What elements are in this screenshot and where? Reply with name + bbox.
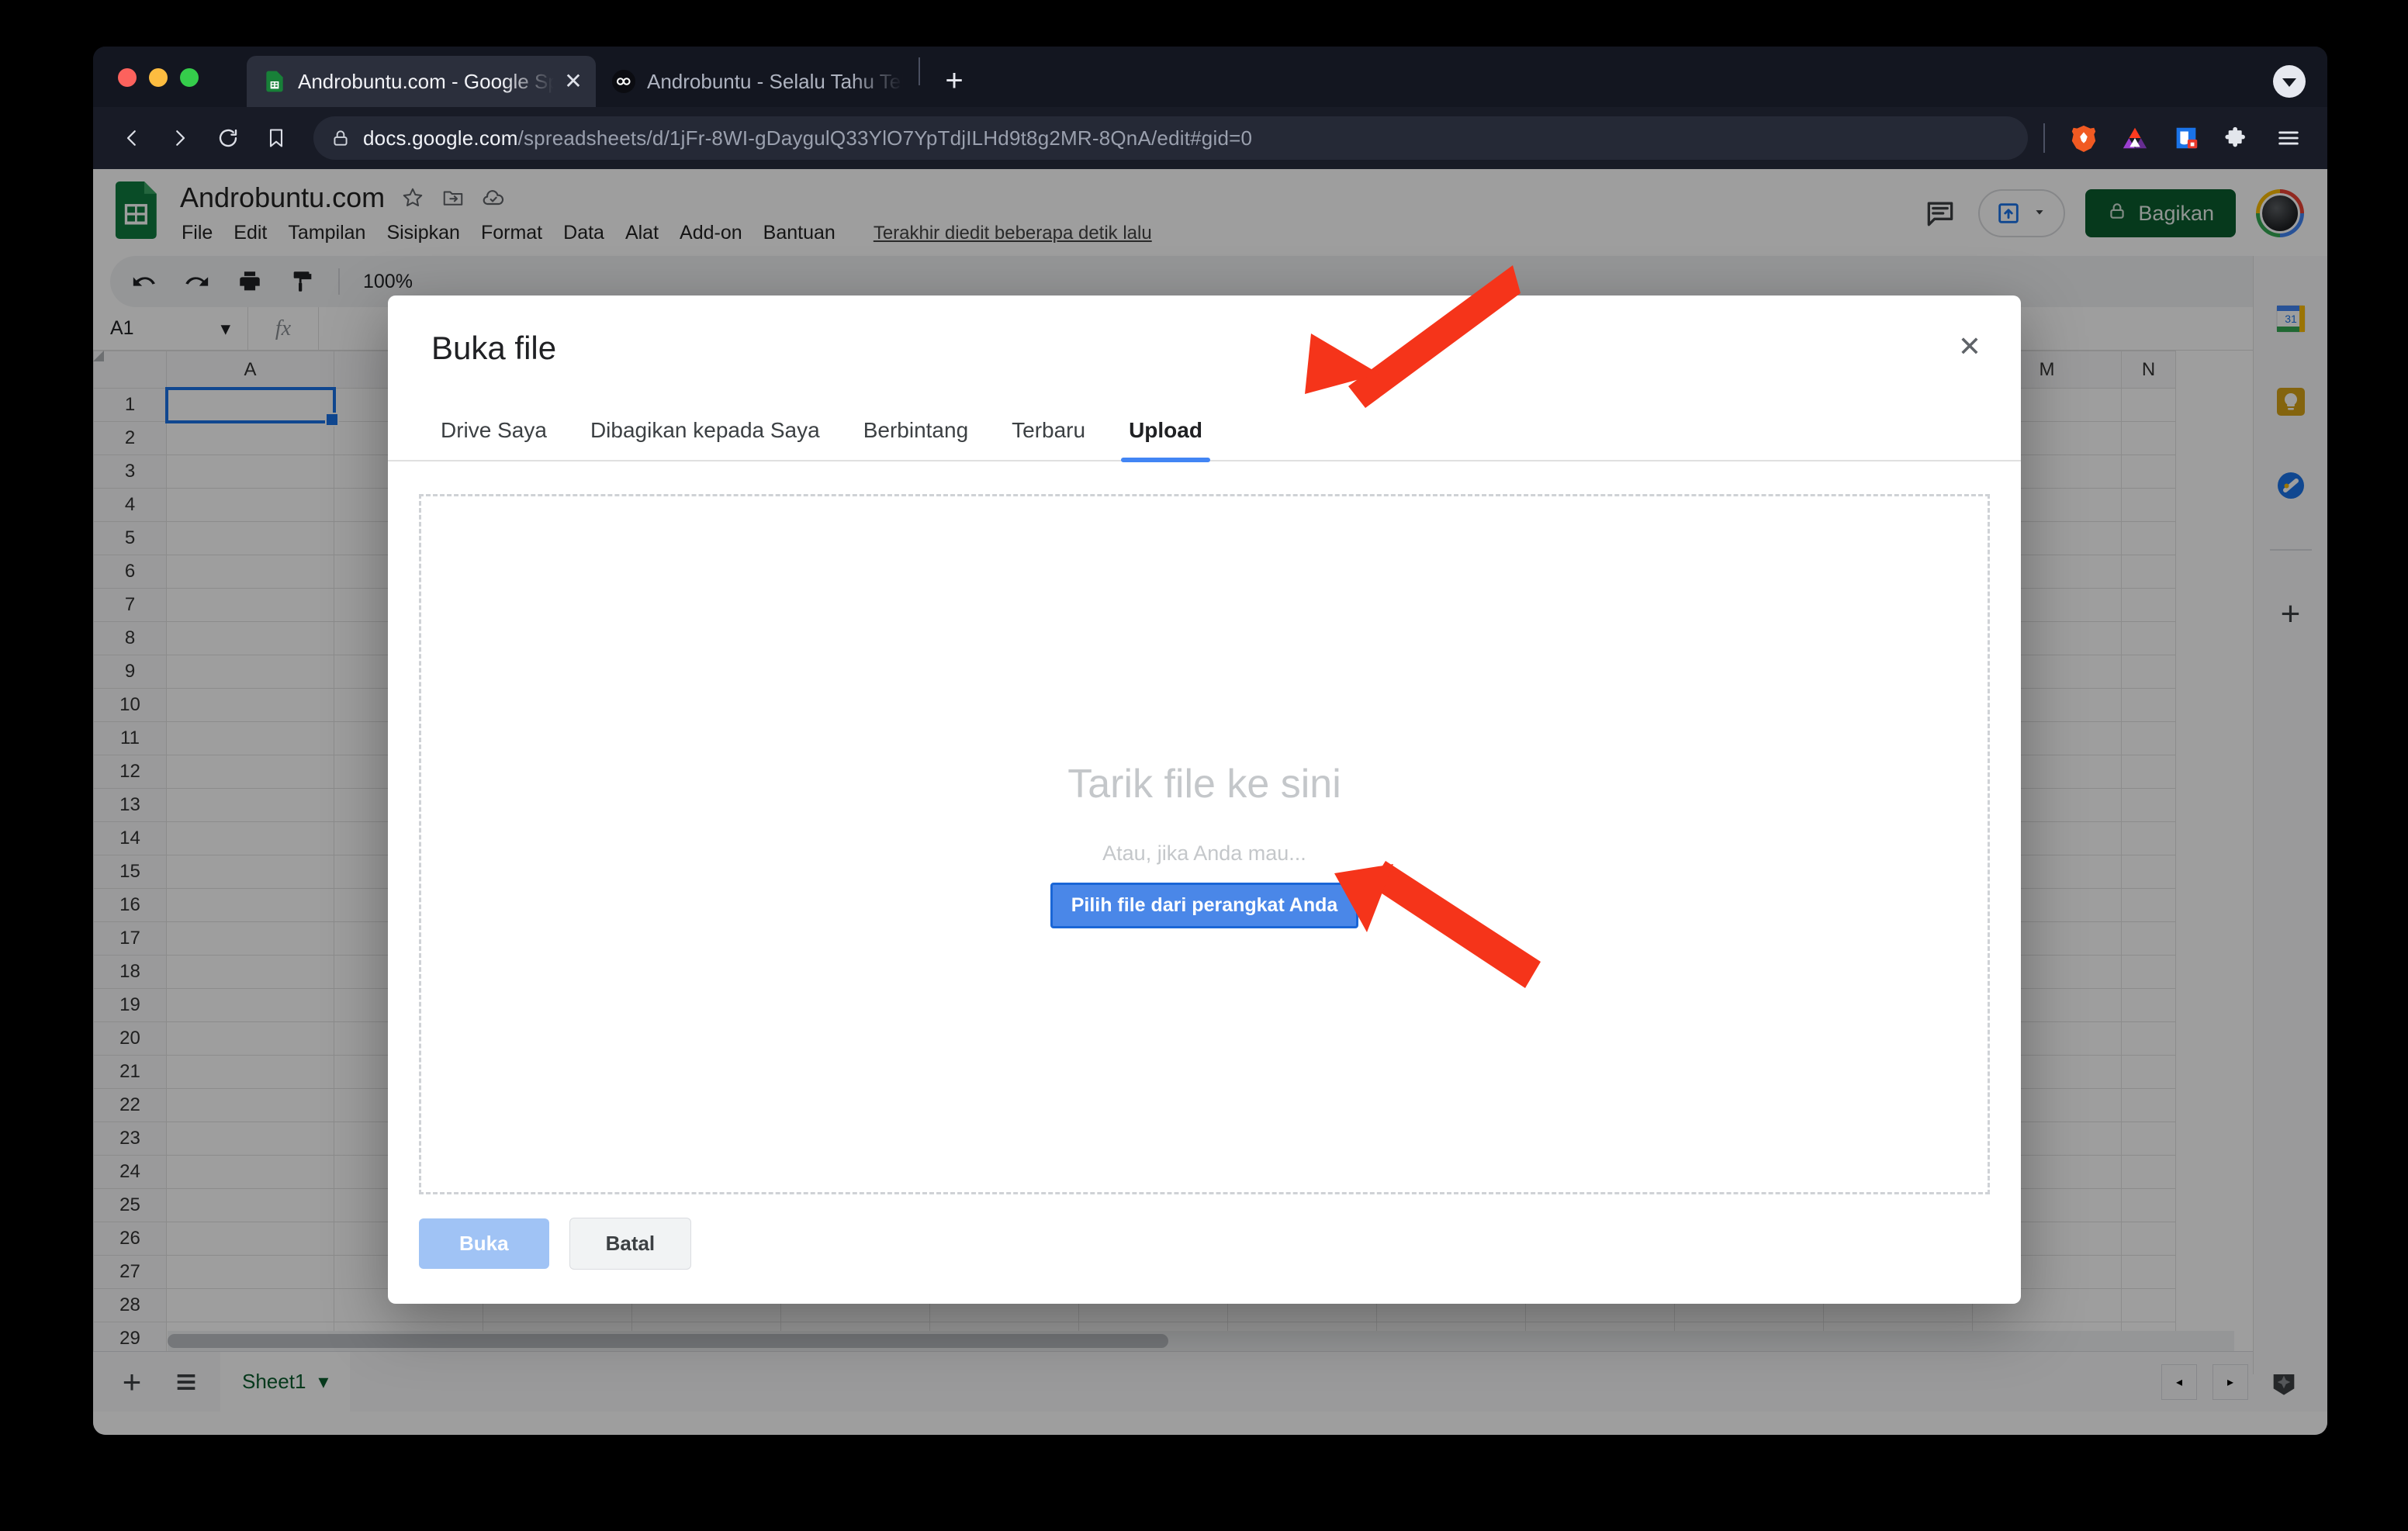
tab-title: Androbuntu.com - Google Spreadsheet [298,70,554,94]
url-host: docs.google.com [363,126,518,150]
forward-button[interactable] [158,116,202,160]
toolbar-divider [2043,123,2045,153]
pick-file-from-device-button[interactable]: Pilih file dari perangkat Anda [1050,883,1359,928]
close-icon[interactable]: ✕ [1951,328,1988,365]
dialog-title: Buka file [431,330,1977,367]
tab-terbaru[interactable]: Terbaru [990,404,1107,460]
lock-icon [330,128,351,148]
url-text: docs.google.com/spreadsheets/d/1jFr-8WI-… [363,126,1252,150]
tab-upload[interactable]: Upload [1107,404,1224,460]
dropzone-subtitle: Atau, jika Anda mau... [1102,842,1306,866]
browser-tab-androbuntu[interactable]: Androbuntu - Selalu Tahu Teknologi [596,56,914,107]
reload-icon[interactable] [206,116,250,160]
bat-triangle-icon[interactable] [2118,121,2152,155]
tab-strip-actions [2273,65,2327,107]
browser-window: Androbuntu.com - Google Spreadsheet ✕ An… [93,47,2327,1435]
new-tab-button[interactable]: + [932,59,976,102]
file-dropzone[interactable]: Tarik file ke sini Atau, jika Anda mau..… [419,494,1990,1194]
tab-drive-saya[interactable]: Drive Saya [419,404,569,460]
dropzone-title: Tarik file ke sini [1067,761,1341,807]
tab-divider [919,57,920,85]
tab-berbintang[interactable]: Berbintang [842,404,990,460]
sheets-icon [262,69,287,94]
buka-button[interactable]: Buka [419,1218,549,1269]
minimize-window-button[interactable] [149,68,168,87]
extensions-puzzle-icon[interactable] [2220,121,2254,155]
google-sheets-app: Androbuntu.com File Edit Tampilan Si [93,169,2327,1435]
url-input[interactable]: docs.google.com/spreadsheets/d/1jFr-8WI-… [313,116,2028,160]
url-path: /spreadsheets/d/1jFr-8WI-gDaygulQ33YlO7Y… [518,126,1253,150]
back-button[interactable] [110,116,154,160]
browser-tab-sheets[interactable]: Androbuntu.com - Google Spreadsheet ✕ [247,56,596,107]
shield-lock-icon[interactable] [2169,121,2203,155]
browser-toolbar-icons [2043,121,2310,155]
tab-dibagikan-kepada-saya[interactable]: Dibagikan kepada Saya [569,404,842,460]
tab-strip: Androbuntu.com - Google Spreadsheet ✕ An… [93,47,2327,107]
hamburger-menu-icon[interactable] [2271,121,2306,155]
zoom-window-button[interactable] [180,68,199,87]
batal-button[interactable]: Batal [569,1218,692,1270]
close-window-button[interactable] [118,68,137,87]
dialog-tabs: Drive Saya Dibagikan kepada Saya Berbint… [388,404,2021,461]
brave-lion-icon[interactable] [2067,121,2101,155]
tab-title: Androbuntu - Selalu Tahu Teknologi [647,70,903,94]
close-icon[interactable]: ✕ [562,70,585,93]
bookmark-icon[interactable] [254,116,298,160]
buka-file-dialog: Buka file ✕ Drive Saya Dibagikan kepada … [388,295,2021,1304]
infinity-icon [611,69,636,94]
window-traffic-lights [118,68,199,87]
dialog-header: Buka file ✕ [388,295,2021,367]
dialog-footer: Buka Batal [388,1194,2021,1304]
chevron-down-icon[interactable] [2273,65,2306,98]
address-bar: docs.google.com/spreadsheets/d/1jFr-8WI-… [93,107,2327,169]
